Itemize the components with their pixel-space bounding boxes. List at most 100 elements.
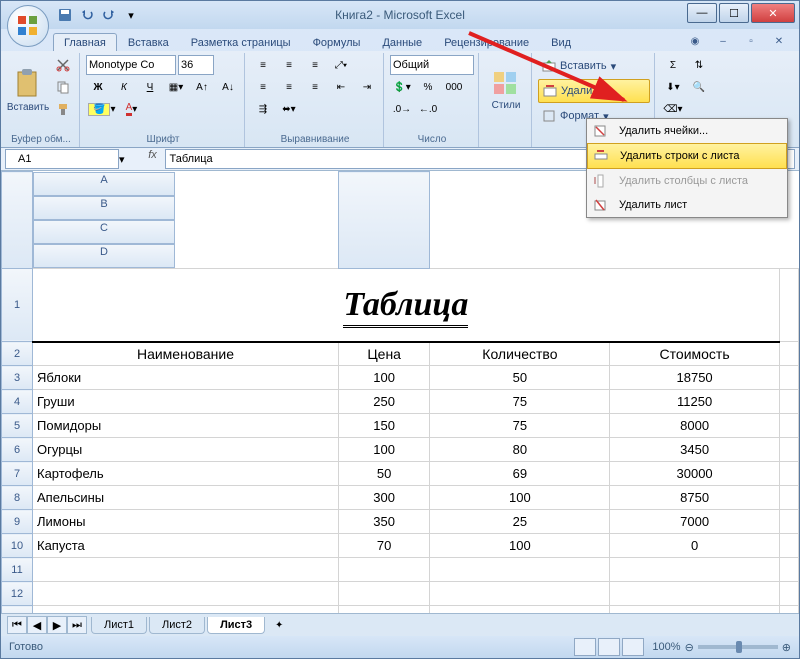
sheet-last[interactable]: ⏭ [67,616,87,634]
cell[interactable]: Количество [430,342,610,366]
cell[interactable]: 75 [430,390,610,414]
zoom-slider[interactable] [698,645,778,649]
row-header[interactable]: 1 [2,268,33,342]
tab-вставка[interactable]: Вставка [117,33,180,51]
mdi-restore[interactable]: ▫ [739,31,763,51]
font-name-input[interactable] [86,55,176,75]
sheet-tab[interactable]: Лист3 [207,617,265,634]
sheet-prev[interactable]: ◀ [27,616,47,634]
col-header-a[interactable]: A [33,172,175,196]
cell[interactable]: Цена [339,342,430,366]
cell[interactable]: 8750 [610,486,779,510]
italic-button[interactable]: К [112,77,136,97]
fill-color-button[interactable]: 🪣▾ [86,99,117,119]
cell[interactable]: 11250 [610,390,779,414]
font-color-button[interactable]: A▾ [119,99,143,119]
cell[interactable]: Капуста [33,534,339,558]
sort-filter-button[interactable]: ⇅ [687,55,711,75]
cell[interactable]: Огурцы [33,438,339,462]
cell[interactable]: 3450 [610,438,779,462]
align-middle-button[interactable]: ≡ [277,55,301,75]
bold-button[interactable]: Ж [86,77,110,97]
insert-cells-button[interactable]: Вставить▾ [538,55,648,77]
help-button[interactable]: ◉ [683,31,707,51]
delete-cells-button[interactable]: Удалить▾ [538,79,650,103]
row-header[interactable]: 8 [2,486,33,510]
row-header[interactable]: 3 [2,366,33,390]
col-header-d[interactable]: D [33,244,175,268]
menu-item[interactable]: Удалить лист [587,193,787,217]
cell[interactable] [33,558,339,582]
sheet-tab[interactable]: Лист2 [149,617,205,634]
row-header[interactable]: 7 [2,462,33,486]
cell[interactable] [430,558,610,582]
fill-button[interactable]: ⬇▾ [661,77,685,97]
zoom-out[interactable]: ⊖ [685,641,694,654]
row-header[interactable]: 5 [2,414,33,438]
grow-font-button[interactable]: A↑ [190,77,214,97]
cell[interactable]: 50 [339,462,430,486]
percent-button[interactable]: % [416,77,440,97]
minimize-button[interactable]: — [687,3,717,23]
cell[interactable]: 25 [430,510,610,534]
cell[interactable] [610,606,779,614]
font-size-input[interactable] [178,55,214,75]
cell[interactable]: Картофель [33,462,339,486]
cell[interactable]: 100 [430,486,610,510]
cell[interactable]: 18750 [610,366,779,390]
cell[interactable]: 150 [339,414,430,438]
col-header-b[interactable]: B [33,196,175,220]
align-center-button[interactable]: ≡ [277,77,301,97]
dec-decimal-button[interactable]: ←.0 [416,99,440,119]
find-button[interactable]: 🔍 [687,77,711,97]
row-header[interactable]: 12 [2,582,33,606]
view-page-break[interactable] [622,638,644,656]
wrap-text-button[interactable]: ⇶ [251,99,275,119]
qat-customize[interactable]: ▾ [121,5,141,25]
cell[interactable] [610,558,779,582]
view-page-layout[interactable] [598,638,620,656]
col-header-c[interactable]: C [33,220,175,244]
cell[interactable]: 8000 [610,414,779,438]
cell[interactable] [610,582,779,606]
qat-redo[interactable] [99,5,119,25]
align-left-button[interactable]: ≡ [251,77,275,97]
border-button[interactable]: ▦▾ [164,77,188,97]
styles-button[interactable]: Стили [485,55,527,125]
tab-главная[interactable]: Главная [53,33,117,51]
office-button[interactable] [7,5,49,47]
menu-item[interactable]: Удалить ячейки... [587,119,787,143]
paste-button[interactable]: Вставить [7,55,49,125]
cell[interactable]: Апельсины [33,486,339,510]
autosum-button[interactable]: Σ [661,55,685,75]
cell[interactable]: 350 [339,510,430,534]
namebox-dropdown[interactable]: ▾ [119,153,125,166]
cell[interactable]: 250 [339,390,430,414]
cell[interactable] [430,582,610,606]
zoom-level[interactable]: 100% [652,641,680,653]
format-painter-button[interactable] [51,99,75,119]
tab-рецензирование[interactable]: Рецензирование [433,33,540,51]
sheet-first[interactable]: ⏮ [7,616,27,634]
menu-item[interactable]: Удалить строки с листа [587,143,787,169]
name-box[interactable]: A1 [5,149,119,169]
cell[interactable]: 100 [339,438,430,462]
cell[interactable]: 0 [610,534,779,558]
merge-button[interactable]: ⬌▾ [277,99,301,119]
copy-button[interactable] [51,77,75,97]
align-right-button[interactable]: ≡ [303,77,327,97]
row-header[interactable]: 4 [2,390,33,414]
underline-button[interactable]: Ч [138,77,162,97]
inc-decimal-button[interactable]: .0→ [390,99,414,119]
cell[interactable] [339,582,430,606]
align-bottom-button[interactable]: ≡ [303,55,327,75]
sheet-tab[interactable]: Лист1 [91,617,147,634]
cell[interactable] [430,606,610,614]
comma-button[interactable]: 000 [442,77,466,97]
cell[interactable]: Стоимость [610,342,779,366]
sheet-next[interactable]: ▶ [47,616,67,634]
align-top-button[interactable]: ≡ [251,55,275,75]
new-sheet-button[interactable]: ✦ [267,615,291,635]
qat-save[interactable] [55,5,75,25]
mdi-close[interactable]: ✕ [767,31,791,51]
